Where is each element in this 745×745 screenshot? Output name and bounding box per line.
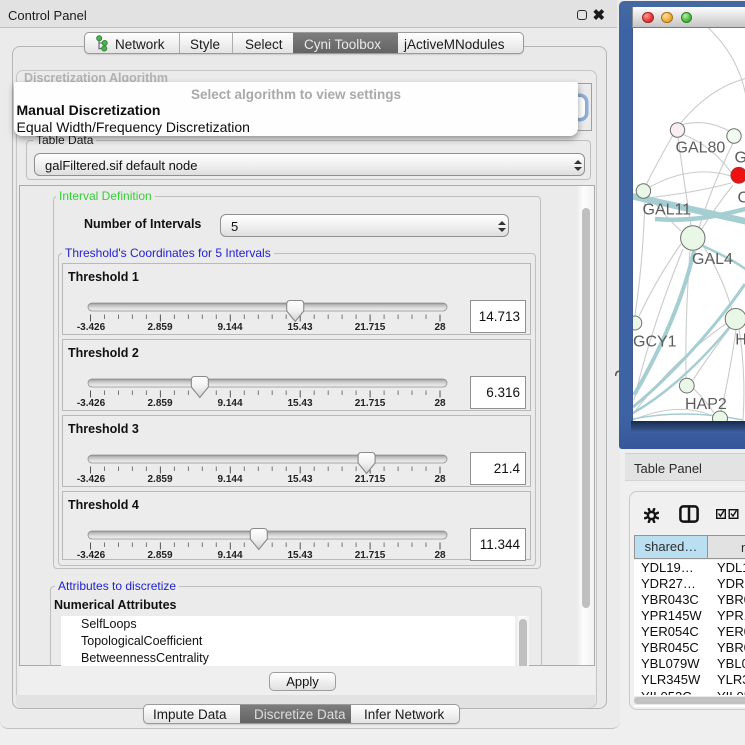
svg-text:GAL80: GAL80 [675,140,725,157]
svg-text:GAL4: GAL4 [692,251,733,268]
svg-text:HIS4: HIS4 [735,332,745,349]
svg-text:GAL3: GAL3 [734,150,745,167]
svg-text:GCY1: GCY1 [633,334,677,351]
svg-text:HAP2: HAP2 [685,396,727,413]
svg-text:CRM1: CRM1 [737,190,745,207]
svg-text:GAL11: GAL11 [642,202,691,219]
